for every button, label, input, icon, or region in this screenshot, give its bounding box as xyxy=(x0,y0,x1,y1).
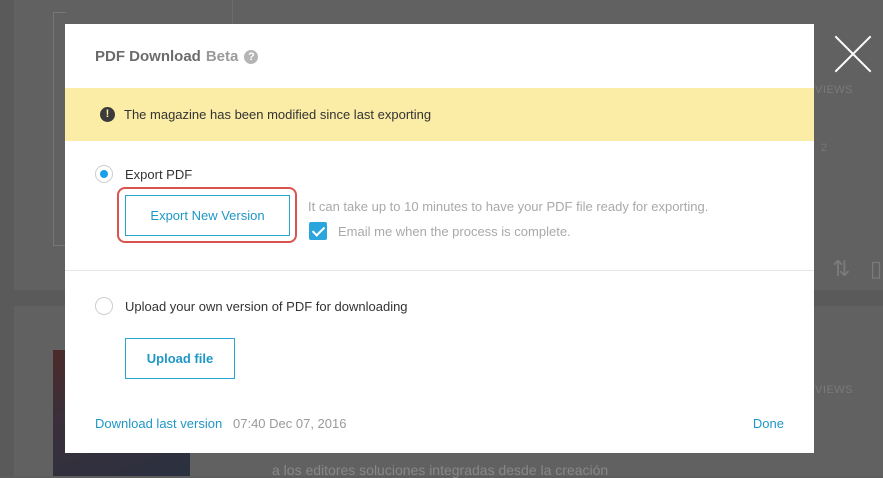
sort-icon: ⇅ xyxy=(832,256,851,281)
modal-title: PDF Download Beta ? xyxy=(95,48,259,65)
close-icon[interactable] xyxy=(832,33,874,75)
background-label: 2 xyxy=(820,142,827,154)
upload-file-button[interactable]: Upload file xyxy=(125,338,235,379)
modal-title-text: PDF Download xyxy=(95,48,201,65)
download-last-version-link[interactable]: Download last version xyxy=(95,416,222,431)
warning-icon: ! xyxy=(100,107,115,122)
help-icon[interactable]: ? xyxy=(244,49,259,64)
email-me-label[interactable]: Email me when the process is complete. xyxy=(338,224,571,239)
warning-text: The magazine has been modified since las… xyxy=(124,107,432,122)
pdf-download-modal: PDF Download Beta ? ! The magazine has b… xyxy=(65,24,814,453)
export-info-text: It can take up to 10 minutes to have you… xyxy=(308,199,709,214)
export-pdf-radio[interactable] xyxy=(95,165,113,183)
warning-banner: ! The magazine has been modified since l… xyxy=(65,88,814,141)
upload-pdf-radio[interactable] xyxy=(95,297,113,315)
email-me-checkbox[interactable] xyxy=(309,222,327,240)
background-views-label: VIEWS xyxy=(815,84,853,96)
beta-badge: Beta xyxy=(205,48,239,65)
export-new-version-button[interactable]: Export New Version xyxy=(125,195,290,236)
done-button[interactable]: Done xyxy=(753,416,784,431)
background-views-label: VIEWS xyxy=(815,384,853,396)
export-pdf-label[interactable]: Export PDF xyxy=(125,167,192,182)
upload-pdf-label[interactable]: Upload your own version of PDF for downl… xyxy=(125,299,408,314)
last-version-timestamp: 07:40 Dec 07, 2016 xyxy=(233,416,347,431)
section-divider xyxy=(65,270,814,271)
trash-icon: ▯ xyxy=(870,256,883,281)
